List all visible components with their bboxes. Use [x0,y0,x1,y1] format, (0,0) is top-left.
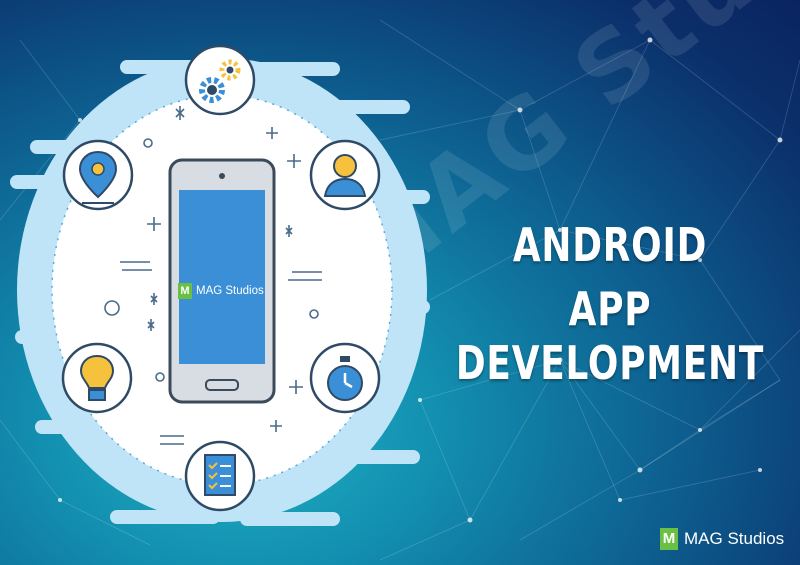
location-pin-icon [62,139,134,211]
corner-m-badge: M [660,528,678,550]
phone-screen-logo: M MAG Studios [178,280,276,302]
banner: MAG Studios [0,0,800,565]
checklist-icon [184,440,256,512]
title-line-2: APP DEVELOPMENT [455,282,765,390]
title-line-1: ANDROID [512,218,708,272]
user-icon [309,139,381,211]
gears-icon [184,44,256,116]
stopwatch-icon [309,342,381,414]
phone-logo-text: MAG Studios [196,285,264,297]
brand-m-badge: M [178,283,192,299]
lightbulb-icon [61,342,133,414]
corner-logo-text: MAG Studios [684,529,785,548]
corner-brand-logo: M MAG Studios [660,528,784,550]
